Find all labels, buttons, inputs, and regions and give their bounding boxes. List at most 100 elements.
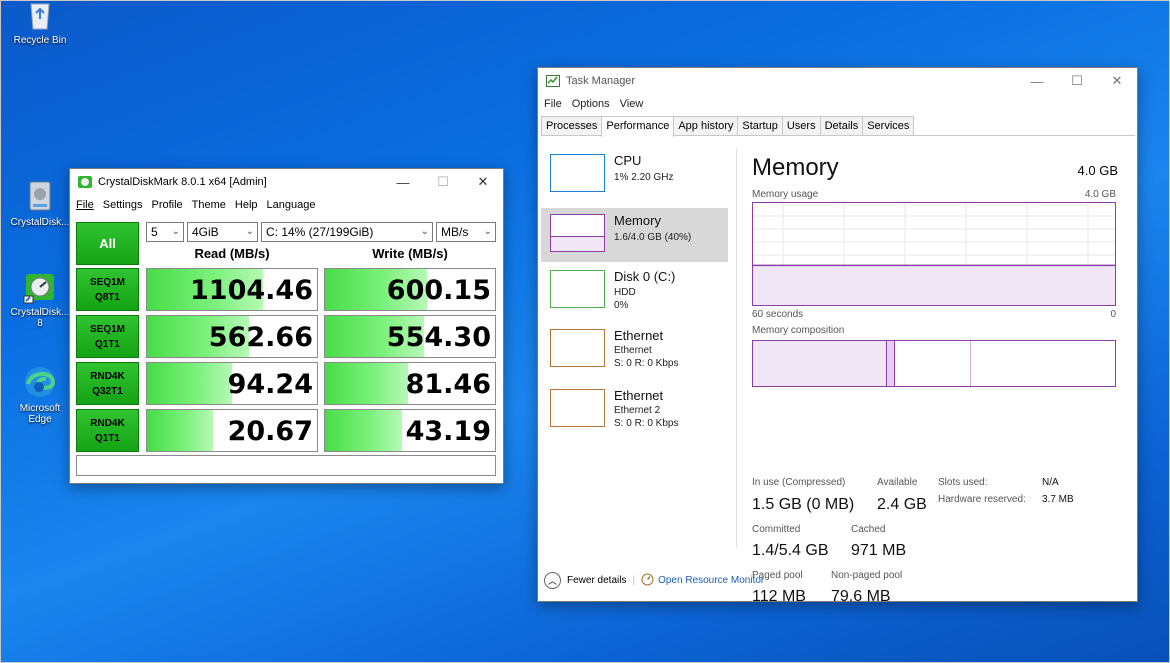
perf-item-sub: S: 0 R: 0 Kbps <box>614 418 679 429</box>
maximize-button[interactable]: ☐ <box>423 169 463 195</box>
perf-item-sub: 1.6/4.0 GB (40%) <box>614 232 692 243</box>
test-button-rnd4k-q1t1[interactable]: RND4K Q1T1 <box>76 409 139 452</box>
task-manager-window: Task Manager — ☐ ✕ File Options View Pro… <box>537 67 1138 605</box>
desktop-icon-label: Recycle Bin <box>13 35 67 46</box>
memory-usage-fill <box>753 265 1115 305</box>
perf-item-ethernet[interactable]: Ethernet Ethernet S: 0 R: 0 Kbps <box>541 322 728 382</box>
chevron-up-icon[interactable]: ︿ <box>544 572 561 589</box>
tab-services[interactable]: Services <box>862 116 915 135</box>
desktop-icon-label: CrystalDisk... <box>10 307 70 318</box>
tab-performance[interactable]: Performance <box>601 116 675 137</box>
tab-app-history[interactable]: App history <box>673 116 739 135</box>
read-result: 94.24 <box>146 362 318 405</box>
perf-item-name: Disk 0 (C:) <box>614 269 676 284</box>
menu-file[interactable]: File <box>544 98 562 110</box>
menu-file[interactable]: File <box>76 199 94 211</box>
memory-usage-label: Memory usage <box>752 189 819 200</box>
maximize-button[interactable]: ☐ <box>1057 68 1097 94</box>
perf-item-sub: 1% 2.20 GHz <box>614 172 674 183</box>
result-value: 600.15 <box>386 275 491 306</box>
close-button[interactable]: ✕ <box>1097 68 1137 94</box>
composition-in-use <box>753 341 887 386</box>
close-button[interactable]: ✕ <box>463 169 503 195</box>
open-resource-monitor-link[interactable]: Open Resource Monitor <box>658 575 764 586</box>
non-paged-pool-value: 79.6 MB <box>831 588 891 605</box>
crystaldiskmark-icon <box>22 268 58 304</box>
drive-select[interactable]: C: 14% (27/199GiB) ⌄ <box>261 222 433 242</box>
memory-usage-max: 4.0 GB <box>1084 189 1116 200</box>
menu-language[interactable]: Language <box>267 199 316 211</box>
test-label: SEQ1M <box>89 276 125 288</box>
tm-menubar: File Options View <box>538 94 1137 114</box>
perf-item-sub: 0% <box>614 300 629 311</box>
perf-item-sub: Ethernet <box>614 345 652 356</box>
test-button-seq1m-q1t1[interactable]: SEQ1M Q1T1 <box>76 315 139 358</box>
perf-item-memory[interactable]: Memory 1.6/4.0 GB (40%) <box>541 208 728 262</box>
menu-theme[interactable]: Theme <box>192 199 226 211</box>
tab-details[interactable]: Details <box>819 116 864 135</box>
menu-profile[interactable]: Profile <box>151 199 182 211</box>
tm-title: Task Manager <box>566 75 636 87</box>
test-button-rnd4k-q32t1[interactable]: RND4K Q32T1 <box>76 362 139 405</box>
read-header: Read (MB/s) <box>194 246 270 261</box>
menu-help[interactable]: Help <box>235 199 258 211</box>
write-result: 600.15 <box>324 268 496 311</box>
cdm-menubar: File Settings Profile Theme Help Languag… <box>70 195 503 215</box>
test-button-seq1m-q8t1[interactable]: SEQ1M Q8T1 <box>76 268 139 311</box>
menu-view[interactable]: View <box>620 98 644 110</box>
desktop-icon-label: CrystalDisk... <box>10 217 70 228</box>
read-result: 1104.46 <box>146 268 318 311</box>
perf-item-ethernet-2[interactable]: Ethernet Ethernet 2 S: 0 R: 0 Kbps <box>541 382 728 442</box>
size-value: 4GiB <box>192 225 219 239</box>
tab-users[interactable]: Users <box>781 116 821 135</box>
test-label: Q8T1 <box>94 291 120 303</box>
read-result: 20.67 <box>146 409 318 452</box>
desktop-icon-recycle-bin[interactable]: Recycle Bin <box>8 0 72 46</box>
tm-footer: ︿ Fewer details | Open Resource Monitor <box>544 572 764 589</box>
tab-startup[interactable]: Startup <box>737 116 783 135</box>
perf-item-name: Memory <box>614 213 661 228</box>
desktop-icon-label: 8 <box>37 318 43 329</box>
test-label: Q1T1 <box>94 338 120 350</box>
composition-standby <box>895 341 971 386</box>
result-value: 81.46 <box>405 369 491 400</box>
perf-item-cpu[interactable]: CPU 1% 2.20 GHz <box>541 148 728 208</box>
cdm-title: CrystalDiskMark 8.0.1 x64 [Admin] <box>98 176 267 188</box>
hardware-reserved-label: Hardware reserved: <box>938 494 1026 505</box>
fewer-details-link[interactable]: Fewer details <box>567 575 626 586</box>
desktop-icon-crystaldiskmark[interactable]: CrystalDisk... 8 <box>8 268 72 329</box>
menu-options[interactable]: Options <box>572 98 610 110</box>
task-manager-icon <box>546 74 560 88</box>
comment-field[interactable] <box>76 455 496 476</box>
footer-divider: | <box>632 575 636 586</box>
tm-titlebar[interactable]: Task Manager — ☐ ✕ <box>538 68 1137 94</box>
count-value: 5 <box>151 225 158 239</box>
desktop-icon-label: Microsoft <box>19 403 61 414</box>
tab-processes[interactable]: Processes <box>541 116 603 135</box>
count-select[interactable]: 5 ⌄ <box>146 222 184 242</box>
result-bar <box>147 363 232 404</box>
unit-select[interactable]: MB/s ⌄ <box>436 222 496 242</box>
size-select[interactable]: 4GiB ⌄ <box>187 222 258 242</box>
perf-item-disk[interactable]: Disk 0 (C:) HDD 0% <box>541 262 728 322</box>
minimize-button[interactable]: — <box>1017 68 1057 94</box>
result-bar <box>325 363 409 404</box>
paged-pool-value: 112 MB <box>752 588 806 605</box>
minimize-button[interactable]: — <box>383 169 423 195</box>
read-result: 562.66 <box>146 315 318 358</box>
result-value: 20.67 <box>227 416 313 447</box>
all-button[interactable]: All <box>76 222 139 265</box>
chevron-down-icon: ⌄ <box>245 226 254 237</box>
desktop-icon-edge[interactable]: Microsoft Edge <box>8 364 72 425</box>
ethernet-thumbnail <box>550 329 605 367</box>
result-bar <box>147 410 214 451</box>
in-use-value: 1.5 GB (0 MB) <box>752 496 855 513</box>
cdm-titlebar[interactable]: CrystalDiskMark 8.0.1 x64 [Admin] — ☐ ✕ <box>70 169 503 195</box>
desktop-icon-crystaldiskinfo[interactable]: CrystalDisk... <box>8 178 72 228</box>
chevron-down-icon: ⌄ <box>483 226 492 237</box>
perf-item-sub: HDD <box>614 287 636 298</box>
perf-sidebar: CPU 1% 2.20 GHz Memory 1.6/4.0 GB (40%) … <box>541 148 728 442</box>
menu-settings[interactable]: Settings <box>103 199 143 211</box>
in-use-label: In use (Compressed) <box>752 477 846 488</box>
test-label: RND4K <box>90 370 125 382</box>
